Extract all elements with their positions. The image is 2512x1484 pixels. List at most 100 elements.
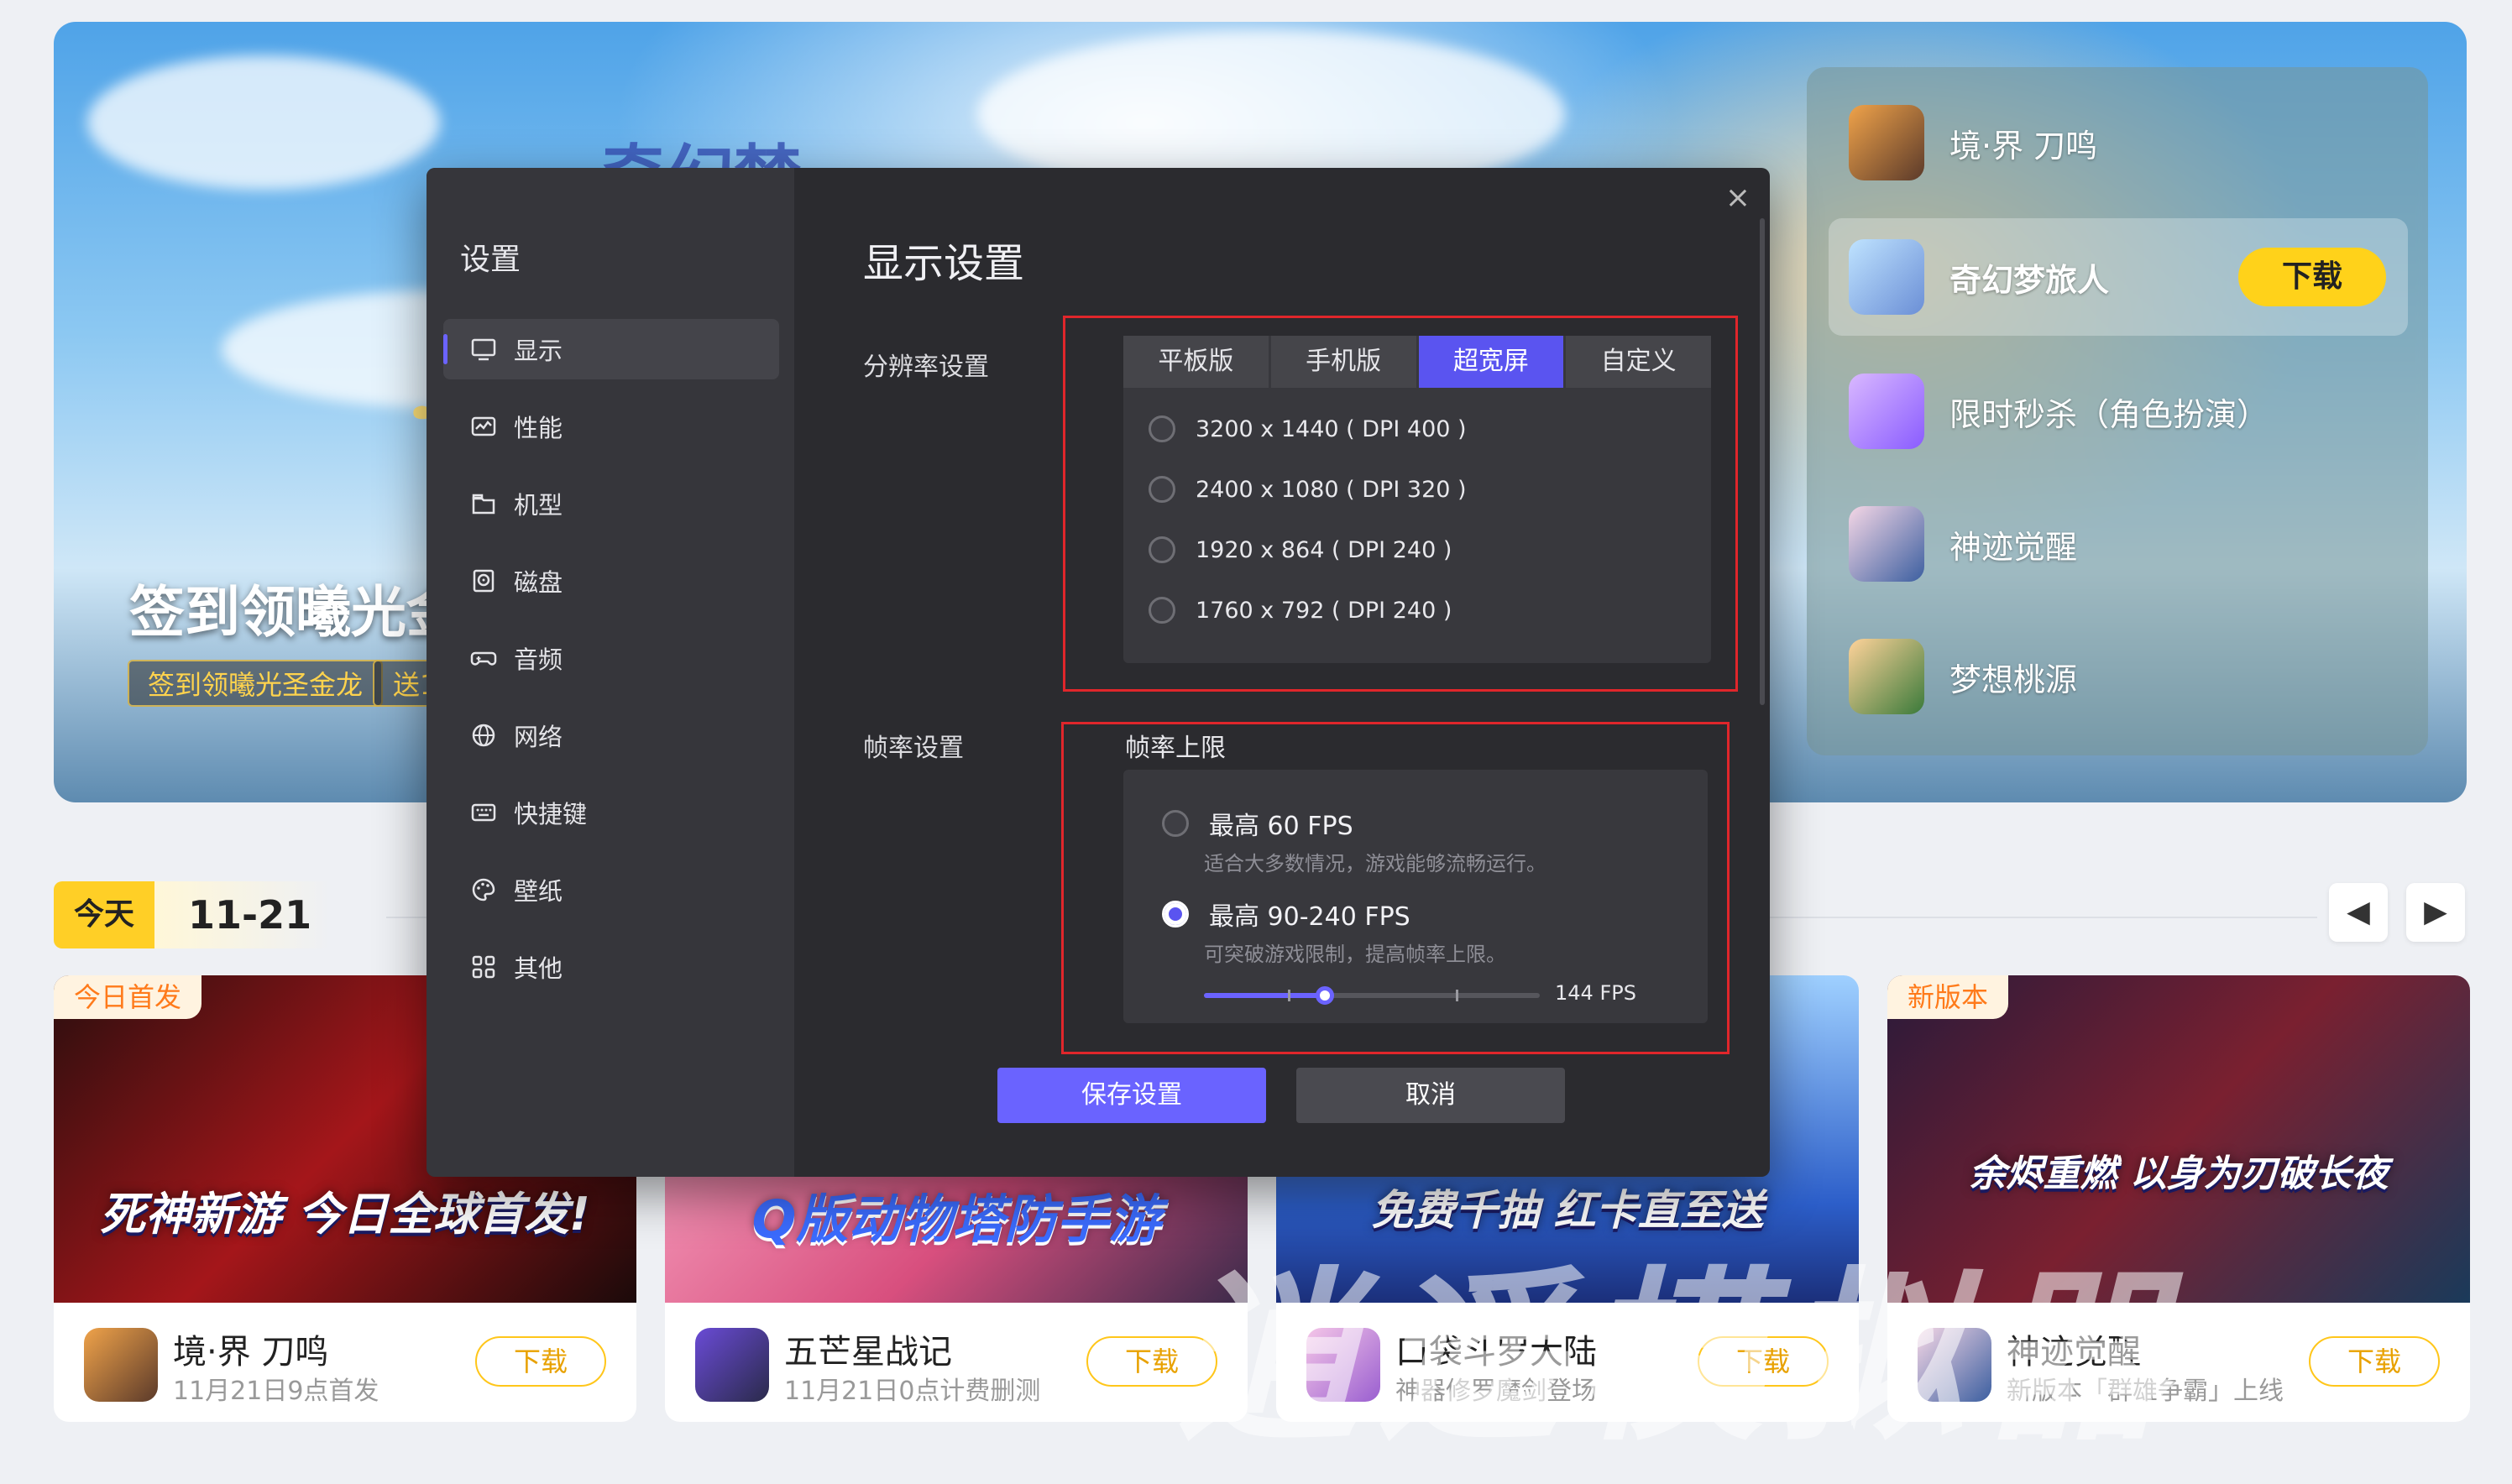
disk-icon <box>468 566 499 596</box>
nav-label: 网络 <box>514 723 563 751</box>
featured-game-name: 梦想桃源 <box>1949 661 2078 698</box>
banner-headline: 签到领曦光金 <box>129 580 462 645</box>
watermark-logo: 逍遥模拟器 <box>1175 1251 2184 1466</box>
fps-option-description: 适合大多数情况，游戏能够流畅运行。 <box>1204 852 1546 875</box>
nav-item-shortcuts[interactable]: 快捷键 <box>443 782 779 843</box>
framerate-label: 帧率设置 <box>863 734 964 763</box>
resolution-option-label: 1760 x 792 ( DPI 240 ) <box>1196 597 1452 624</box>
radio-button[interactable] <box>1149 415 1175 442</box>
nav-item-display[interactable]: 显示 <box>443 319 779 379</box>
resolution-option[interactable]: 3200 x 1440 ( DPI 400 ) <box>1149 412 1467 446</box>
featured-game-item[interactable]: 神迹觉醒 <box>1829 485 2408 603</box>
fps-slider-value: 144 FPS <box>1555 981 1636 1005</box>
card-title: 境·界 刀鸣 <box>173 1333 329 1372</box>
keyboard-icon <box>468 797 499 828</box>
resolution-option-label: 1920 x 864 ( DPI 240 ) <box>1196 536 1452 563</box>
featured-game-item[interactable]: 境·界 刀鸣 <box>1829 84 2408 201</box>
featured-game-item[interactable]: 奇幻梦旅人 下载 <box>1829 218 2408 336</box>
featured-game-item[interactable]: 梦想桃源 <box>1829 618 2408 735</box>
featured-game-name: 奇幻梦旅人 <box>1949 261 2110 299</box>
resolution-option[interactable]: 1760 x 792 ( DPI 240 ) <box>1149 593 1452 627</box>
game-thumbnail <box>1849 105 1924 180</box>
download-button[interactable]: 下载 <box>2309 1336 2440 1387</box>
fps-option-high[interactable]: 最高 90-240 FPS <box>1162 896 1410 933</box>
card-art-text: 余烬重燃 以身为刃破长夜 <box>1969 1152 2389 1195</box>
fps-slider-handle[interactable] <box>1316 986 1334 1005</box>
tab-tablet[interactable]: 平板版 <box>1123 336 1269 388</box>
featured-game-name: 神迹觉醒 <box>1949 528 2078 566</box>
slider-tick <box>1456 990 1458 1001</box>
radio-button[interactable] <box>1149 476 1175 503</box>
nav-item-wallpaper[interactable]: 壁纸 <box>443 860 779 920</box>
fps-option-label: 最高 60 FPS <box>1209 812 1353 841</box>
card-art-text: Q版动物塔防手游 <box>751 1189 1161 1250</box>
download-button[interactable]: 下载 <box>2238 248 2386 306</box>
resolution-option[interactable]: 2400 x 1080 ( DPI 320 ) <box>1149 473 1467 506</box>
nav-item-device-model[interactable]: 机型 <box>443 473 779 534</box>
radio-button[interactable] <box>1162 810 1189 837</box>
nav-label: 磁盘 <box>514 568 563 597</box>
card-ribbon: 新版本 <box>1887 975 2009 1019</box>
fps-option-description: 可突破游戏限制，提高帧率上限。 <box>1204 943 1506 966</box>
resolution-tabs: 平板版 手机版 超宽屏 自定义 <box>1123 336 1711 388</box>
scrollbar[interactable] <box>1760 218 1765 705</box>
tab-ultrawide[interactable]: 超宽屏 <box>1418 336 1564 388</box>
banner-cloud <box>87 55 440 190</box>
card-subtitle: 11月21日9点首发 <box>173 1377 379 1406</box>
game-icon <box>84 1328 158 1402</box>
card-subtitle: 11月21日0点计费删测 <box>784 1377 1041 1406</box>
nav-label: 快捷键 <box>514 800 588 828</box>
nav-item-other[interactable]: 其他 <box>443 937 779 997</box>
settings-sidebar: 设置 显示 性能 机型 磁盘 音频 网络 快捷键 壁纸 其他 <box>427 168 794 1177</box>
palette-icon <box>468 875 499 905</box>
settings-dialog: 设置 显示 性能 机型 磁盘 音频 网络 快捷键 壁纸 其他 × 显示设置 分辨… <box>427 168 1770 1177</box>
gamepad-audio-icon <box>468 643 499 673</box>
radio-button[interactable] <box>1149 597 1175 624</box>
close-icon[interactable]: × <box>1721 181 1755 215</box>
fps-option-label: 最高 90-240 FPS <box>1209 902 1410 932</box>
card-ribbon: 今日首发 <box>54 975 202 1019</box>
featured-game-name: 境·界 刀鸣 <box>1949 127 2098 165</box>
nav-label: 性能 <box>514 414 563 442</box>
page-title: 显示设置 <box>863 240 1025 287</box>
resolution-option[interactable]: 1920 x 864 ( DPI 240 ) <box>1149 533 1452 567</box>
featured-game-name: 限时秒杀（角色扮演） <box>1949 395 2269 433</box>
save-button[interactable]: 保存设置 <box>997 1068 1266 1123</box>
radio-button[interactable] <box>1162 901 1189 928</box>
framerate-cap-title: 帧率上限 <box>1125 734 1226 763</box>
fps-slider[interactable] <box>1204 986 1540 1005</box>
nav-item-audio[interactable]: 音频 <box>443 628 779 688</box>
framerate-panel: 最高 60 FPS 适合大多数情况，游戏能够流畅运行。 最高 90-240 FP… <box>1123 770 1708 1023</box>
next-arrow-icon[interactable]: ▶ <box>2406 883 2465 942</box>
nav-label: 其他 <box>514 954 563 983</box>
resolution-option-label: 2400 x 1080 ( DPI 320 ) <box>1196 476 1467 503</box>
game-thumbnail <box>1849 639 1924 714</box>
resolution-option-label: 3200 x 1440 ( DPI 400 ) <box>1196 415 1467 442</box>
nav-item-disk[interactable]: 磁盘 <box>443 551 779 611</box>
banner-tag: 签到领曦光圣金龙 <box>128 660 384 707</box>
nav-item-performance[interactable]: 性能 <box>443 396 779 457</box>
nav-label: 壁纸 <box>514 877 563 906</box>
featured-game-item[interactable]: 限时秒杀（角色扮演） <box>1829 353 2408 470</box>
tab-custom[interactable]: 自定义 <box>1566 336 1711 388</box>
prev-arrow-icon[interactable]: ◀ <box>2329 883 2388 942</box>
game-thumbnail <box>1849 374 1924 449</box>
nav-label: 音频 <box>514 645 563 674</box>
slider-tick <box>1288 990 1290 1001</box>
grid-icon <box>468 952 499 982</box>
resolution-panel: 平板版 手机版 超宽屏 自定义 3200 x 1440 ( DPI 400 ) … <box>1123 336 1711 663</box>
nav-item-network[interactable]: 网络 <box>443 705 779 766</box>
performance-icon <box>468 411 499 442</box>
cancel-button[interactable]: 取消 <box>1296 1068 1565 1123</box>
fps-option-60[interactable]: 最高 60 FPS <box>1162 805 1353 842</box>
today-badge: 今天 <box>54 881 154 948</box>
tab-phone[interactable]: 手机版 <box>1270 336 1416 388</box>
card-art-text: 死神新游 今日全球首发! <box>100 1188 590 1241</box>
game-thumbnail <box>1849 239 1924 315</box>
monitor-icon <box>468 334 499 364</box>
featured-games-panel: 境·界 刀鸣 奇幻梦旅人 下载 限时秒杀（角色扮演） 神迹觉醒 梦想桃源 <box>1807 67 2428 755</box>
globe-icon <box>468 720 499 750</box>
radio-button[interactable] <box>1149 536 1175 563</box>
download-button[interactable]: 下载 <box>475 1336 606 1387</box>
game-icon <box>695 1328 769 1402</box>
